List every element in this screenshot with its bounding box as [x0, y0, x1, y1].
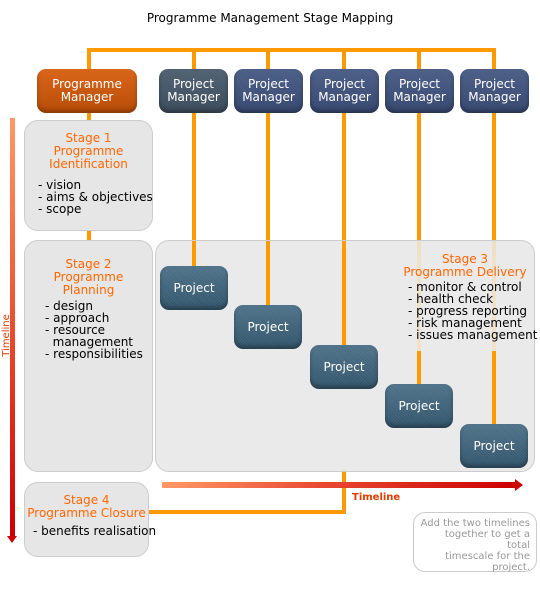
horizontal-timeline-arrow	[162, 482, 515, 488]
stage-1-box: Stage 1 Programme Identification - visio…	[24, 120, 153, 231]
connector	[342, 48, 346, 70]
connector	[492, 351, 496, 425]
project-label: Project	[398, 398, 440, 413]
connector	[492, 48, 496, 70]
stage-4-list: - benefits realisation	[33, 524, 157, 538]
top-connector-bar	[87, 48, 496, 52]
stage-title-line: Planning	[62, 283, 115, 297]
project-manager-box: Project Manager	[385, 69, 454, 113]
vertical-timeline-arrowhead-icon	[7, 536, 17, 543]
horizontal-timeline-arrowhead-icon	[515, 479, 523, 491]
stage-1-title: Stage 1 Programme Identification	[25, 132, 152, 171]
note-line: timescale for the	[445, 551, 530, 562]
connector	[192, 48, 196, 70]
project-label: Project	[247, 319, 289, 334]
project-manager-box: Project Manager	[310, 69, 379, 113]
project-label: Project	[173, 280, 215, 295]
note-line: project.	[492, 562, 530, 573]
programme-manager-box: Programme Manager	[37, 69, 137, 113]
project-manager-label: Manager	[318, 90, 371, 104]
list-item: - benefits realisation	[33, 524, 157, 538]
project-box: Project	[160, 266, 228, 310]
stage-4-box: Stage 4 Programme Closure - benefits rea…	[24, 482, 157, 557]
vertical-timeline-label: Timeline	[0, 314, 12, 357]
note-line: Add the two timelines	[420, 518, 530, 529]
stage-3-list: - monitor & control - health check - pro…	[408, 281, 538, 342]
timeline-note: Add the two timelines together to get a …	[413, 512, 537, 573]
project-manager-box: Project Manager	[234, 69, 303, 113]
project-box: Project	[310, 345, 378, 389]
project-manager-box: Project Manager	[159, 69, 228, 113]
project-manager-label: Manager	[468, 90, 521, 104]
connector	[417, 48, 421, 70]
connector	[192, 241, 196, 267]
stage-4-title: Stage 4 Programme Closure	[25, 494, 148, 520]
project-manager-label: Manager	[393, 90, 446, 104]
project-manager-box: Project Manager	[460, 69, 529, 113]
stage-2-title: Stage 2 Programme Planning	[25, 258, 152, 297]
note-line: together to get a total	[444, 529, 530, 551]
connector	[417, 351, 421, 385]
connector	[266, 48, 270, 70]
project-manager-label: Manager	[242, 90, 295, 104]
stage-3-content: Stage 3 Programme Delivery - monitor & c…	[400, 253, 538, 342]
connector	[148, 510, 346, 514]
connector	[87, 48, 91, 70]
diagram-title: Programme Management Stage Mapping	[146, 11, 394, 25]
connector	[342, 241, 346, 346]
project-manager-label: Manager	[167, 90, 220, 104]
stage-2-list: - design - approach - resource managemen…	[45, 300, 152, 360]
programme-manager-label-line2: Manager	[60, 90, 114, 104]
list-item: - scope	[38, 202, 82, 216]
stage-title-line: Identification	[49, 157, 128, 171]
connector	[492, 110, 496, 255]
list-item: - responsibilities	[45, 347, 143, 361]
connector	[417, 110, 421, 255]
stage-1-list: - vision - aims & objectives - scope	[38, 179, 153, 216]
horizontal-timeline-label: Timeline	[352, 492, 401, 503]
connector	[266, 241, 270, 306]
connector	[342, 470, 346, 514]
project-box: Project	[460, 424, 528, 468]
project-label: Project	[473, 438, 515, 453]
stage-3-title: Stage 3 Programme Delivery	[400, 253, 530, 279]
stage-title-line: Programme Closure	[27, 506, 146, 520]
project-box: Project	[234, 305, 302, 349]
list-item: - issues management	[408, 328, 538, 342]
project-box: Project	[385, 384, 453, 428]
project-label: Project	[323, 359, 365, 374]
stage-title-line: Programme Delivery	[403, 265, 527, 279]
stage-2-box: Stage 2 Programme Planning - design - ap…	[24, 240, 153, 472]
